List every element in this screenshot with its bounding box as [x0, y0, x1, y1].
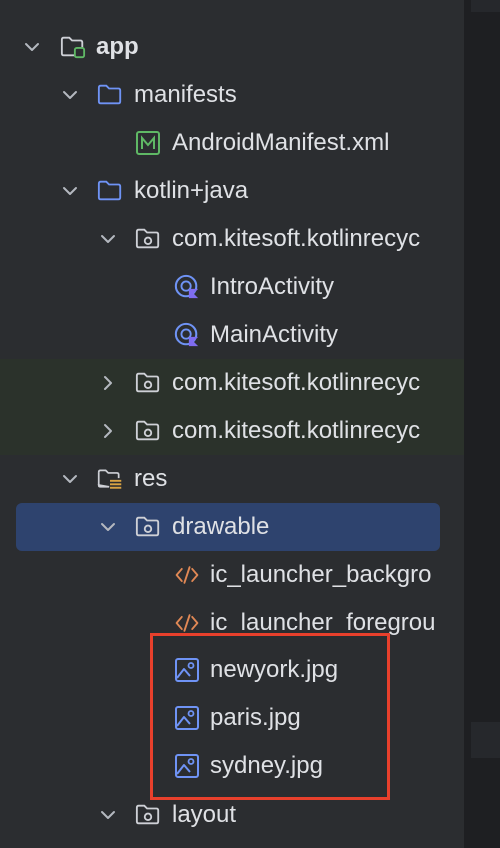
chevron-right-icon[interactable]	[98, 373, 118, 393]
tree-item-ic-launcher-foreground[interactable]: ic_launcher_foregrou	[0, 599, 464, 647]
tree-item-label: layout	[172, 801, 237, 828]
tree-item-label: app	[96, 33, 139, 60]
tree-item-label: sydney.jpg	[210, 752, 323, 779]
chevron-down-icon[interactable]	[98, 517, 118, 537]
project-tree-panel: app manifests AndroidManifest.xml kotlin…	[0, 0, 464, 848]
tree-item-label: IntroActivity	[210, 273, 335, 300]
tree-item-label: res	[134, 465, 168, 492]
tree-item-label: manifests	[134, 81, 237, 108]
tree-item-package-main[interactable]: com.kitesoft.kotlinrecyc	[0, 215, 464, 263]
tree-item-manifests[interactable]: manifests	[0, 71, 464, 119]
tree-item-ic-launcher-background[interactable]: ic_launcher_backgro	[0, 551, 464, 599]
tree-item-label: paris.jpg	[210, 704, 301, 731]
kotlin-class-icon	[174, 322, 200, 348]
tree-item-package-test2[interactable]: com.kitesoft.kotlinrecyc	[0, 407, 464, 455]
tree-item-label: MainActivity	[210, 321, 339, 348]
xml-icon	[174, 610, 200, 636]
tree-item-sydney-jpg[interactable]: sydney.jpg	[0, 742, 464, 790]
package-icon	[135, 514, 161, 540]
tree-item-label: ic_launcher_foregrou	[210, 609, 436, 636]
editor-gutter	[464, 0, 500, 848]
tree-item-kotlin-java[interactable]: kotlin+java	[0, 167, 464, 215]
tree-item-label: kotlin+java	[134, 177, 249, 204]
folder-icon	[97, 82, 123, 108]
tree-item-label: com.kitesoft.kotlinrecyc	[172, 417, 421, 444]
manifest-icon	[135, 130, 161, 156]
tree-item-label: AndroidManifest.xml	[172, 129, 390, 156]
package-icon	[135, 802, 161, 828]
chevron-down-icon[interactable]	[22, 37, 42, 57]
chevron-down-icon[interactable]	[60, 469, 80, 489]
tree-item-label: drawable	[172, 513, 270, 540]
chevron-down-icon[interactable]	[98, 229, 118, 249]
tree-item-label: newyork.jpg	[210, 656, 339, 683]
tree-item-app[interactable]: app	[0, 23, 464, 71]
tree-item-drawable[interactable]: drawable	[16, 503, 440, 551]
folder-icon	[97, 178, 123, 204]
tree-item-paris-jpg[interactable]: paris.jpg	[0, 694, 464, 742]
image-icon	[174, 753, 200, 779]
kotlin-class-icon	[174, 274, 200, 300]
tree-item-label: com.kitesoft.kotlinrecyc	[172, 369, 421, 396]
module-folder-icon	[60, 34, 86, 60]
tree-item-label: com.kitesoft.kotlinrecyc	[172, 225, 421, 252]
tree-item-layout[interactable]: layout	[0, 791, 464, 839]
chevron-down-icon[interactable]	[98, 805, 118, 825]
package-icon	[135, 418, 161, 444]
xml-icon	[174, 562, 200, 588]
tree-item-android-manifest[interactable]: AndroidManifest.xml	[0, 119, 464, 167]
image-icon	[174, 657, 200, 683]
tree-item-res[interactable]: res	[0, 455, 464, 503]
tree-item-intro-activity[interactable]: IntroActivity	[0, 263, 464, 311]
tree-item-main-activity[interactable]: MainActivity	[0, 311, 464, 359]
package-icon	[135, 370, 161, 396]
image-icon	[174, 705, 200, 731]
editor-gutter-mark	[471, 0, 500, 12]
tree-item-newyork-jpg[interactable]: newyork.jpg	[0, 646, 464, 694]
chevron-down-icon[interactable]	[60, 181, 80, 201]
tree-item-package-test1[interactable]: com.kitesoft.kotlinrecyc	[0, 359, 464, 407]
resource-folder-icon	[97, 466, 123, 492]
editor-gutter-mark	[471, 722, 500, 758]
chevron-right-icon[interactable]	[98, 421, 118, 441]
tree-item-label: ic_launcher_backgro	[210, 561, 432, 588]
chevron-down-icon[interactable]	[60, 85, 80, 105]
package-icon	[135, 226, 161, 252]
